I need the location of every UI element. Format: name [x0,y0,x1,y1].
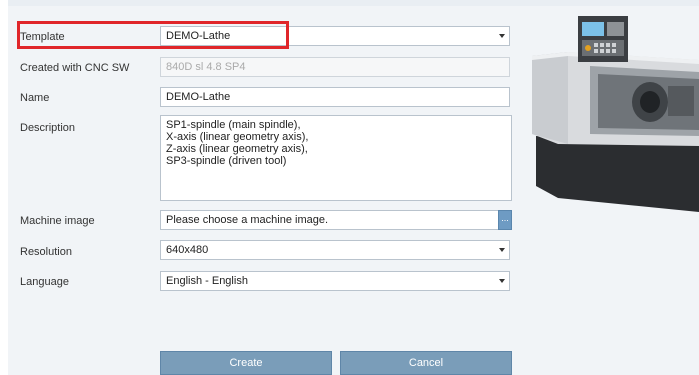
name-value: DEMO-Lathe [166,91,231,103]
created-with-label: Created with CNC SW [20,62,130,74]
language-value: English - English [166,275,248,287]
description-textarea[interactable]: SP1-spindle (main spindle), X-axis (line… [160,115,512,201]
cancel-button[interactable]: Cancel [340,351,512,375]
resolution-select[interactable]: 640x480 [160,240,510,260]
machine-image-value: Please choose a machine image. [166,214,329,226]
language-label: Language [20,276,69,288]
created-with-field: 840D sl 4.8 SP4 [160,57,510,77]
name-label: Name [20,92,50,104]
description-line: SP3-spindle (driven tool) [166,155,287,167]
create-button[interactable]: Create [160,351,332,375]
created-with-value: 840D sl 4.8 SP4 [166,61,246,73]
machine-image-label: Machine image [20,215,95,227]
resolution-value: 640x480 [166,244,209,256]
description-label: Description [20,122,76,134]
language-select[interactable]: English - English [160,271,510,291]
description-line: X-axis (linear geometry axis), [166,131,309,143]
name-input[interactable]: DEMO-Lathe [160,87,510,107]
chevron-down-icon [499,279,505,283]
description-line: Z-axis (linear geometry axis), [166,143,308,155]
template-highlight-box [17,21,289,49]
machine-image-field[interactable]: Please choose a machine image. [160,210,499,230]
cnc-lathe-machine-icon [532,16,699,212]
description-line: SP1-spindle (main spindle), [166,119,301,131]
browse-button[interactable]: ... [498,210,512,230]
chevron-down-icon [499,34,505,38]
resolution-label: Resolution [20,246,72,258]
chevron-down-icon [499,248,505,252]
